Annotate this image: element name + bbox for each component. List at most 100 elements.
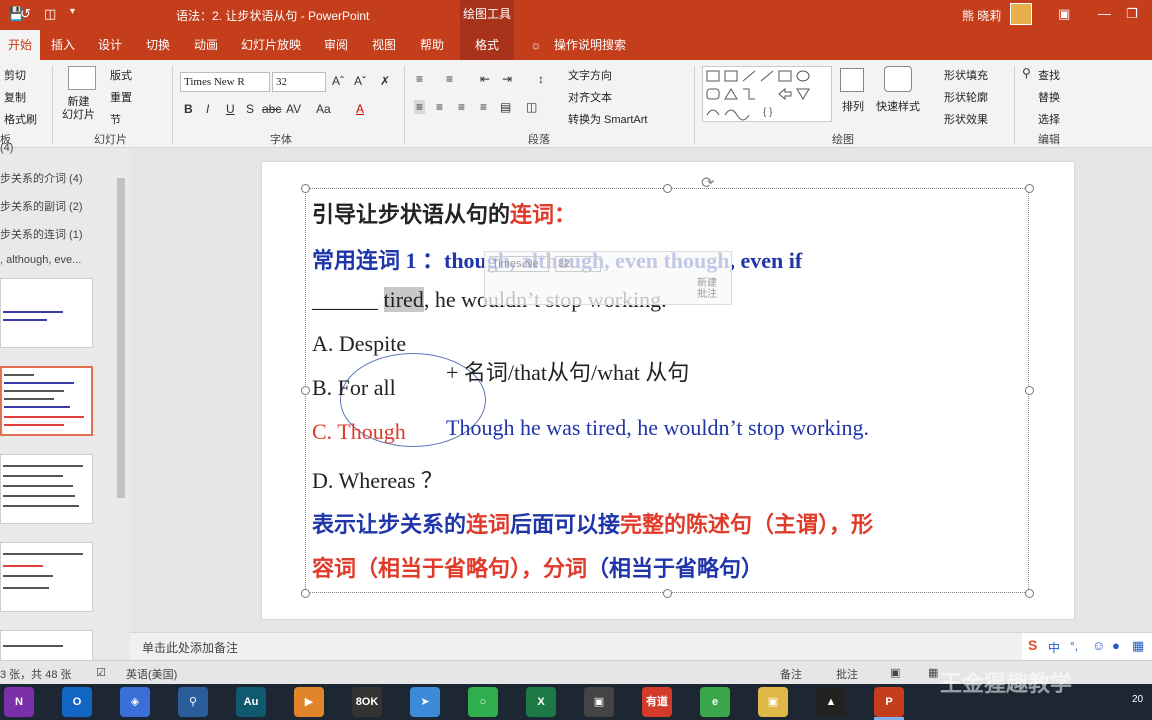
scrollbar-thumb[interactable] [117, 178, 125, 498]
outline-item[interactable]: 步关系的副词 (2) [0, 198, 83, 214]
notes-placeholder[interactable]: 单击此处添加备注 [142, 639, 238, 656]
char-spacing-icon[interactable]: AV [286, 102, 301, 116]
decrease-indent-icon[interactable]: ⇤ [480, 72, 490, 86]
grow-font-icon[interactable]: Aˆ [332, 74, 344, 88]
mic-icon[interactable]: ● [1112, 638, 1120, 653]
align-center-icon[interactable]: ≡ [436, 100, 443, 114]
mini-new-comment[interactable]: 新建 批注 [697, 278, 717, 300]
align-text-button[interactable]: 对齐文本 [568, 89, 612, 105]
slide-thumbnail[interactable] [0, 278, 93, 348]
sogou-icon[interactable]: S [1028, 637, 1037, 653]
undo-icon[interactable]: ↺ [20, 6, 31, 22]
reset-button[interactable]: 重置 [110, 89, 132, 105]
resize-handle[interactable] [301, 589, 310, 598]
slide-thumbnail-selected[interactable] [0, 366, 93, 436]
text-direction-button[interactable]: 文字方向 [568, 67, 612, 83]
copy-button[interactable]: 复制 [4, 89, 26, 105]
arrange-icon[interactable] [840, 68, 864, 92]
increase-indent-icon[interactable]: ⇥ [502, 72, 512, 86]
format-painter-button[interactable]: 格式刷 [4, 111, 37, 127]
outline-item[interactable]: 步关系的连词 (1) [0, 226, 83, 242]
normal-view-icon[interactable]: ▣ [890, 666, 900, 679]
comments-toggle[interactable]: 批注 [836, 666, 858, 682]
search-icon[interactable]: ⚲ [178, 687, 208, 717]
maximize-icon[interactable]: ❐ [1126, 6, 1138, 22]
punctuation-icon[interactable]: °, [1070, 639, 1078, 653]
ribbon-display-icon[interactable]: ▣ [1058, 6, 1070, 22]
feishu-icon[interactable]: ➤ [410, 687, 440, 717]
tab-transitions[interactable]: 切换 [138, 30, 178, 60]
mini-toolbar[interactable]: Times Ne 32 新建 批注 [484, 251, 732, 305]
new-slide-button[interactable]: 新建 幻灯片 [62, 96, 95, 122]
youdao-icon[interactable]: 有道 [642, 687, 672, 717]
text-box[interactable]: ⟳ 引导让步状语从句的连词： 常用连词 1 ：though, although,… [301, 175, 1034, 598]
shapes-gallery[interactable]: { } [702, 66, 832, 122]
italic-icon[interactable]: I [206, 102, 209, 116]
arrange-button[interactable]: 排列 [842, 98, 864, 114]
tab-view[interactable]: 视图 [364, 30, 404, 60]
powerpoint-icon[interactable]: P [874, 687, 904, 717]
audition-icon[interactable]: Au [236, 687, 266, 717]
justify-icon[interactable]: ≡ [480, 100, 487, 114]
tab-home[interactable]: 开始 [0, 30, 40, 60]
resize-handle[interactable] [301, 386, 310, 395]
mini-size-combo[interactable]: 32 [555, 256, 601, 272]
underline-icon[interactable]: U [226, 102, 235, 116]
line-spacing-icon[interactable]: ↕ [538, 72, 544, 86]
resize-handle[interactable] [663, 589, 672, 598]
section-button[interactable]: 节 [110, 111, 121, 127]
onenote-icon[interactable]: N [4, 687, 34, 717]
convert-smartart-button[interactable]: 转换为 SmartArt [568, 111, 647, 127]
language-indicator[interactable]: 英语(美国) [126, 666, 177, 682]
replace-button[interactable]: 替换 [1038, 89, 1060, 105]
strikethrough-icon[interactable]: abc [262, 102, 281, 116]
cut-button[interactable]: 剪切 [4, 67, 26, 83]
outline-item[interactable]: 步关系的介词 (4) [0, 170, 83, 186]
clock[interactable]: 20 [1132, 694, 1143, 705]
tab-format[interactable]: 格式 [460, 30, 514, 60]
font-name-combo[interactable]: Times New R [180, 72, 270, 92]
numbering-icon[interactable]: ≡ [446, 72, 453, 86]
shape-effects-button[interactable]: 形状效果 [944, 111, 988, 127]
clear-format-icon[interactable]: ✗ [380, 74, 390, 88]
slide-thumbnail[interactable] [0, 454, 93, 524]
notes-pane[interactable]: 单击此处添加备注 S 中 °, ☺ ● ▦ [130, 632, 1152, 661]
rotate-handle-icon[interactable]: ⟳ [701, 173, 714, 193]
quick-styles-icon[interactable] [884, 66, 912, 92]
tab-design[interactable]: 设计 [90, 30, 130, 60]
tab-insert[interactable]: 插入 [44, 30, 82, 60]
outlook-icon[interactable]: O [62, 687, 92, 717]
emoji-icon[interactable]: ☺ [1092, 638, 1105, 653]
layout-button[interactable]: 版式 [110, 67, 132, 83]
file-explorer-icon[interactable]: ▣ [758, 687, 788, 717]
shape-fill-button[interactable]: 形状填充 [944, 67, 988, 83]
camera-icon[interactable]: ▣ [584, 687, 614, 717]
tab-slideshow[interactable]: 幻灯片放映 [234, 30, 308, 60]
columns-icon[interactable]: ◫ [526, 100, 537, 114]
slide-thumbnail[interactable] [0, 542, 93, 612]
present-icon[interactable]: ◫ [44, 6, 56, 22]
keyboard-icon[interactable]: ▦ [1132, 638, 1144, 654]
shape-outline-button[interactable]: 形状轮廓 [944, 89, 988, 105]
align-right-icon[interactable]: ≡ [458, 100, 465, 114]
outline-item[interactable]: , although, eve... [0, 254, 81, 266]
wechat-icon[interactable]: ○ [468, 687, 498, 717]
excel-icon[interactable]: X [526, 687, 556, 717]
notes-toggle[interactable]: 备注 [780, 666, 802, 682]
select-button[interactable]: 选择 [1038, 111, 1060, 127]
resize-handle[interactable] [1025, 589, 1034, 598]
resize-handle[interactable] [1025, 386, 1034, 395]
quick-styles-button[interactable]: 快速样式 [876, 98, 920, 114]
slide-canvas[interactable]: ⟳ 引导让步状语从句的连词： 常用连词 1 ：though, although,… [262, 162, 1074, 619]
photos-icon[interactable]: ◈ [120, 687, 150, 717]
resize-handle[interactable] [1025, 184, 1034, 193]
find-icon[interactable]: ⚲ [1022, 66, 1031, 80]
font-color-icon[interactable]: A [356, 102, 364, 116]
shadow-icon[interactable]: S [246, 102, 254, 116]
change-case-icon[interactable]: Aa [316, 102, 331, 116]
spellcheck-icon[interactable]: ☑ [96, 666, 106, 679]
outline-item[interactable]: (4) [0, 142, 13, 154]
find-button[interactable]: 查找 [1038, 67, 1060, 83]
tab-animations[interactable]: 动画 [186, 30, 226, 60]
avatar[interactable] [1010, 3, 1032, 25]
